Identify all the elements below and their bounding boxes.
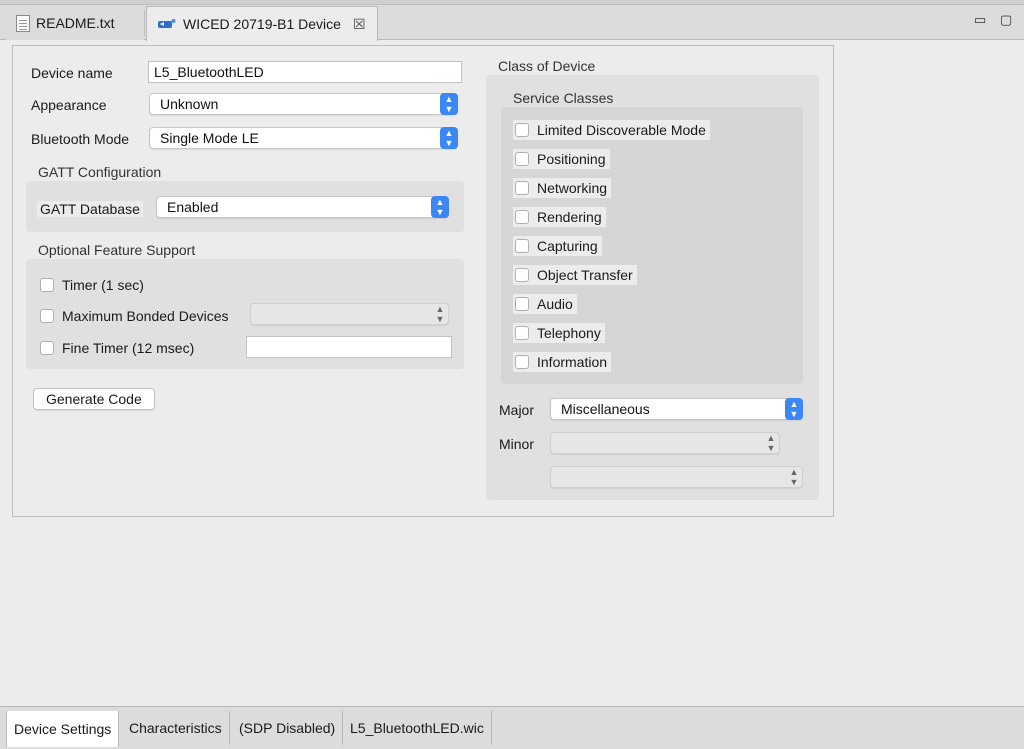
- class-of-device-panel: Service Classes Limited Discoverable Mod…: [486, 75, 819, 500]
- tab-readme-label: README.txt: [36, 15, 115, 31]
- optional-feature-support-label: Optional Feature Support: [38, 242, 196, 258]
- minor-label: Minor: [499, 436, 535, 452]
- gatt-database-value: Enabled: [167, 199, 219, 215]
- class-of-device-label: Class of Device: [498, 58, 596, 74]
- gatt-configuration-panel: GATT Database Enabled ▲ ▼: [26, 181, 464, 232]
- minor-select[interactable]: ▲ ▼: [550, 432, 780, 454]
- bluetooth-mode-value: Single Mode LE: [160, 130, 259, 146]
- service-class-positioning[interactable]: Positioning: [513, 149, 610, 169]
- tab-readme[interactable]: README.txt: [6, 6, 144, 40]
- checkbox-box[interactable]: [515, 210, 529, 224]
- generate-code-button[interactable]: Generate Code: [33, 388, 155, 410]
- checkbox-box[interactable]: [40, 309, 54, 323]
- chevron-updown-icon: ▲ ▼: [789, 467, 799, 487]
- minimize-icon[interactable]: ▭: [974, 12, 986, 28]
- minor-sub-select[interactable]: ▲ ▼: [550, 466, 803, 488]
- service-class-rendering[interactable]: Rendering: [513, 207, 606, 227]
- major-value: Miscellaneous: [561, 401, 650, 417]
- chevron-updown-icon: ▲ ▼: [431, 196, 449, 218]
- chevron-updown-icon: ▲ ▼: [766, 433, 776, 453]
- service-class-label: Capturing: [537, 238, 598, 254]
- service-class-label: Audio: [537, 296, 573, 312]
- major-label: Major: [499, 402, 535, 418]
- service-classes-panel: Limited Discoverable Mode Positioning Ne…: [501, 107, 803, 384]
- chevron-updown-icon: ▲ ▼: [440, 127, 458, 149]
- gatt-configuration-label: GATT Configuration: [38, 164, 162, 180]
- device-settings-editor: Device name Appearance Unknown ▲▼ Blueto…: [12, 45, 834, 517]
- text-file-icon: [16, 14, 30, 32]
- service-class-networking[interactable]: Networking: [513, 178, 612, 198]
- bluetooth-mode-label: Bluetooth Mode: [31, 131, 130, 147]
- service-class-audio[interactable]: Audio: [513, 294, 577, 314]
- checkbox-box[interactable]: [515, 152, 529, 166]
- max-bonded-devices-select[interactable]: ▲ ▼: [250, 303, 449, 325]
- timer-label: Timer (1 sec): [62, 277, 144, 293]
- close-tab-icon[interactable]: ☒: [353, 16, 366, 33]
- appearance-label: Appearance: [31, 97, 107, 113]
- service-class-label: Information: [537, 354, 608, 370]
- fine-timer-label: Fine Timer (12 msec): [62, 340, 195, 356]
- gatt-database-label: GATT Database: [37, 201, 143, 217]
- timer-checkbox[interactable]: Timer (1 sec): [40, 277, 144, 293]
- optional-feature-panel: Timer (1 sec) Maximum Bonded Devices ▲ ▼ …: [26, 259, 464, 369]
- service-classes-label: Service Classes: [513, 90, 614, 106]
- device-name-input[interactable]: [148, 61, 462, 83]
- bottom-tab-bar: Device Settings Characteristics (SDP Dis…: [0, 706, 1024, 749]
- tab-characteristics[interactable]: Characteristics: [122, 711, 230, 745]
- tab-bar-top-edge: [0, 0, 1024, 5]
- fine-timer-checkbox[interactable]: Fine Timer (12 msec): [40, 340, 194, 356]
- checkbox-box[interactable]: [40, 278, 54, 292]
- service-class-label: Positioning: [537, 151, 606, 167]
- checkbox-box[interactable]: [515, 355, 529, 369]
- gatt-database-select[interactable]: Enabled ▲ ▼: [156, 196, 449, 218]
- checkbox-box[interactable]: [40, 341, 54, 355]
- checkbox-box[interactable]: [515, 181, 529, 195]
- fine-timer-input[interactable]: [246, 336, 452, 358]
- checkbox-box[interactable]: [515, 268, 529, 282]
- checkbox-box[interactable]: [515, 239, 529, 253]
- bluetooth-mode-select[interactable]: Single Mode LE ▲ ▼: [149, 127, 458, 149]
- max-bonded-devices-label: Maximum Bonded Devices: [62, 308, 229, 324]
- tab-separator: [144, 10, 145, 36]
- checkbox-box[interactable]: [515, 326, 529, 340]
- service-class-object-transfer[interactable]: Object Transfer: [513, 265, 637, 285]
- chevron-updown-icon: ▲ ▼: [435, 304, 445, 324]
- tab-wiced-device[interactable]: WICED 20719-B1 Device ☒: [146, 6, 378, 41]
- appearance-value: Unknown: [160, 96, 219, 112]
- chevron-updown-icon: ▲ ▼: [785, 398, 803, 420]
- tab-wiced-device-label: WICED 20719-B1 Device: [183, 16, 341, 32]
- service-class-label: Object Transfer: [537, 267, 633, 283]
- appearance-select[interactable]: Unknown ▲ ▼: [149, 93, 458, 115]
- checkbox-box[interactable]: [515, 123, 529, 137]
- service-class-capturing[interactable]: Capturing: [513, 236, 602, 256]
- service-class-label: Telephony: [537, 325, 601, 341]
- maximize-icon[interactable]: ▢: [1000, 12, 1012, 28]
- editor-tab-bar: README.txt WICED 20719-B1 Device ☒ ▭ ▢: [0, 0, 1024, 41]
- service-class-label: Rendering: [537, 209, 602, 225]
- service-class-telephony[interactable]: Telephony: [513, 323, 605, 343]
- bluetooth-device-icon: [158, 19, 176, 28]
- device-name-label: Device name: [31, 65, 113, 81]
- max-bonded-devices-checkbox[interactable]: Maximum Bonded Devices: [40, 308, 229, 324]
- tab-device-settings[interactable]: Device Settings: [6, 711, 120, 747]
- checkbox-box[interactable]: [515, 297, 529, 311]
- major-select[interactable]: Miscellaneous ▲ ▼: [550, 398, 803, 420]
- service-class-information[interactable]: Information: [513, 352, 612, 372]
- service-class-limited-discoverable[interactable]: Limited Discoverable Mode: [513, 120, 710, 140]
- chevron-updown-icon: ▲ ▼: [440, 93, 458, 115]
- service-class-label: Limited Discoverable Mode: [537, 122, 706, 138]
- service-class-label: Networking: [537, 180, 608, 196]
- tab-sdp-disabled[interactable]: (SDP Disabled): [232, 711, 344, 745]
- tab-wic-file[interactable]: L5_BluetoothLED.wic: [343, 711, 492, 745]
